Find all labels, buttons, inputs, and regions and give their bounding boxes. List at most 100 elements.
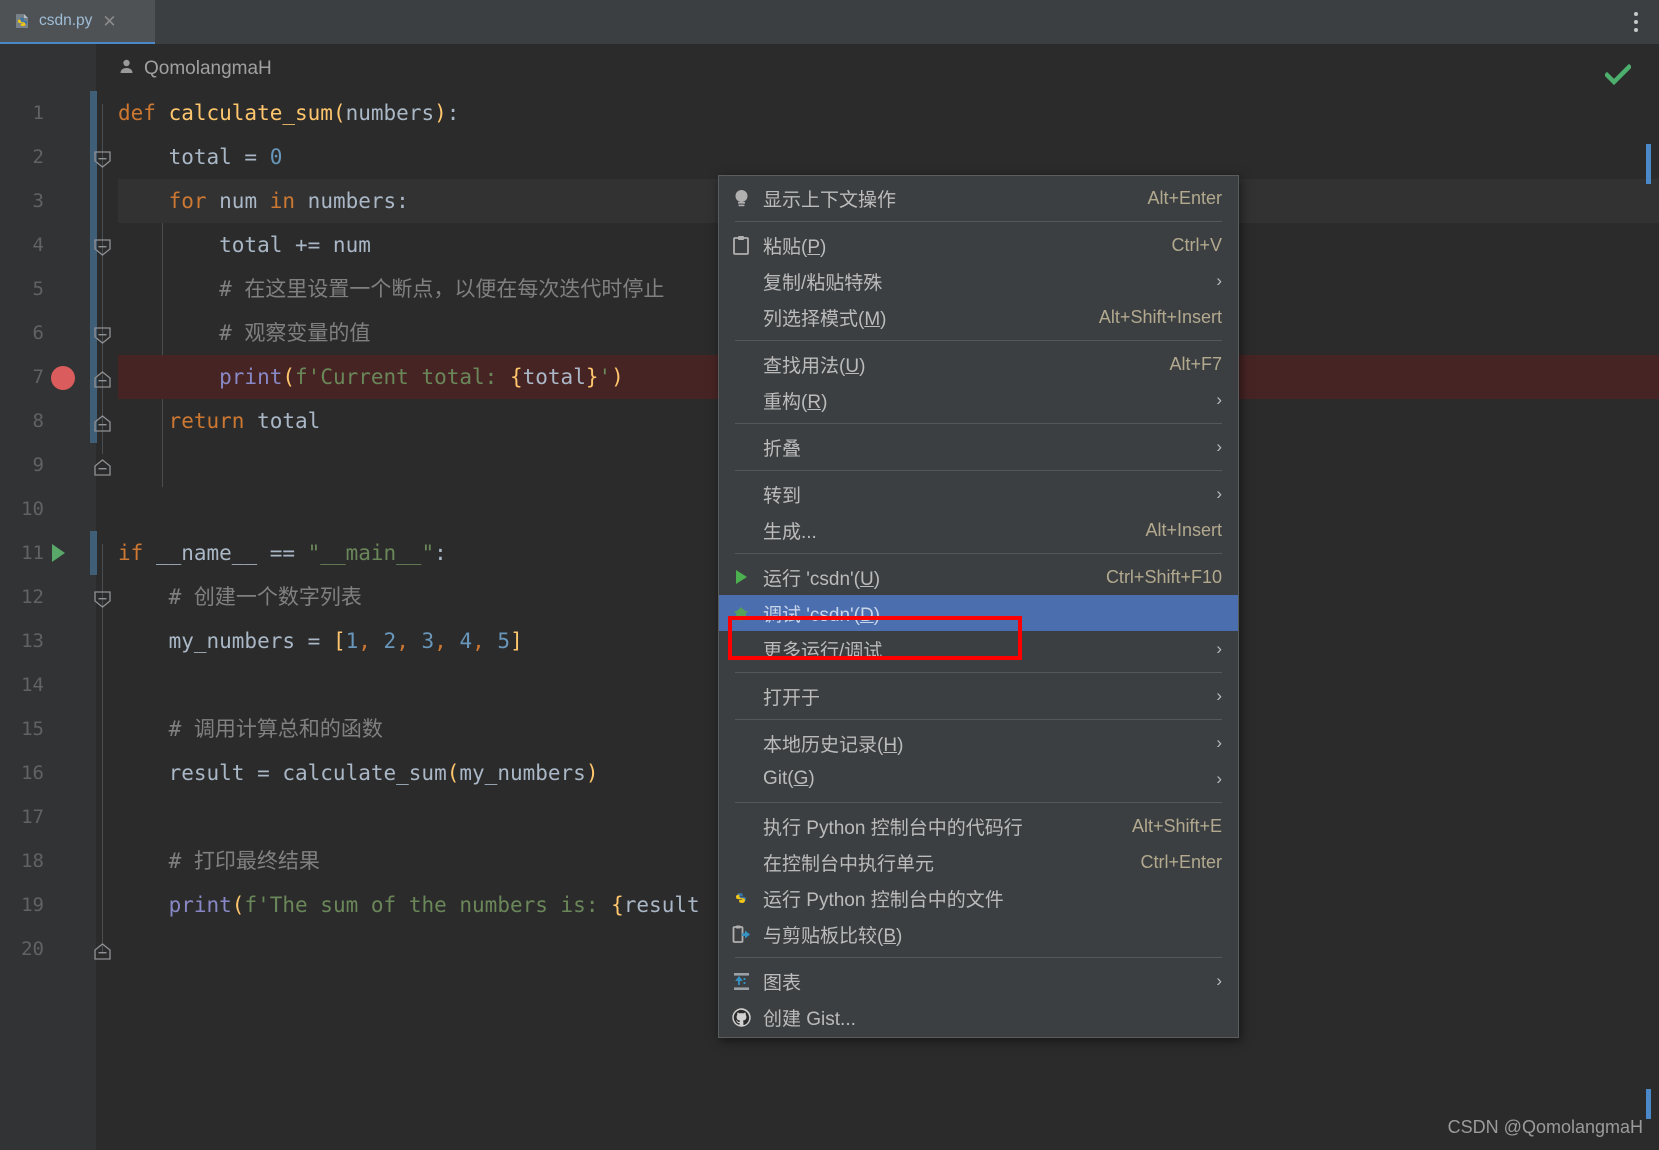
line-number: 10	[21, 498, 44, 520]
menu-item-column-selection-mode[interactable]: 列选择模式(M) Alt+Shift+Insert	[719, 299, 1238, 335]
menu-item-git[interactable]: Git(G) ›	[719, 761, 1238, 797]
vcs-change-bar[interactable]	[90, 531, 97, 575]
line-number: 9	[32, 454, 44, 476]
fold-marker-expanded[interactable]	[94, 591, 111, 608]
menu-item-label: 粘贴(P)	[763, 236, 827, 258]
fold-marker-end[interactable]	[94, 459, 111, 476]
fold-marker-end[interactable]	[94, 371, 111, 388]
menu-item-go-to[interactable]: 转到 ›	[719, 476, 1238, 512]
menu-separator	[735, 553, 1222, 554]
editor-tab-label: csdn.py	[39, 12, 93, 29]
fold-marker-expanded[interactable]	[94, 151, 111, 168]
more-options-icon[interactable]	[1627, 10, 1645, 34]
breakpoint-marker[interactable]	[51, 366, 75, 390]
menu-item-execute-line-in-console[interactable]: 执行 Python 控制台中的代码行 Alt+Shift+E	[719, 808, 1238, 844]
code-line-2[interactable]: total = 0	[118, 135, 1659, 179]
menu-item-label: 创建 Gist...	[763, 1008, 856, 1030]
chevron-right-icon: ›	[1216, 484, 1222, 503]
menu-item-folding[interactable]: 折叠 ›	[719, 429, 1238, 465]
menu-item-label: 转到	[763, 485, 802, 507]
fold-marker-expanded[interactable]	[94, 239, 111, 256]
menu-item-shortcut: Alt+Enter	[1147, 187, 1222, 208]
line-number: 15	[21, 718, 44, 740]
menu-item-shortcut: Ctrl+Shift+F10	[1105, 566, 1222, 587]
menu-item-refactor[interactable]: 重构(R) ›	[719, 382, 1238, 418]
scrollbar-marker[interactable]	[1646, 144, 1651, 184]
compare-clipboard-icon	[719, 924, 763, 945]
menu-item-label: 图表	[763, 972, 802, 994]
fold-marker-end[interactable]	[94, 415, 111, 432]
editor-context-menu[interactable]: 显示上下文操作 Alt+Enter 粘贴(P) Ctrl+V 复制/粘贴特殊 ›…	[718, 175, 1239, 1038]
github-icon	[719, 1007, 763, 1028]
chevron-right-icon: ›	[1216, 733, 1222, 752]
line-number: 16	[21, 762, 44, 784]
menu-item-label: 更多运行/调试	[763, 640, 883, 662]
fold-marker-expanded[interactable]	[94, 327, 111, 344]
code-line-1[interactable]: def calculate_sum(numbers):	[118, 91, 1659, 135]
menu-item-label: 显示上下文操作	[763, 189, 897, 211]
menu-item-label: 运行 Python 控制台中的文件	[763, 889, 1004, 911]
menu-separator	[735, 719, 1222, 720]
run-gutter-icon[interactable]	[52, 544, 65, 562]
menu-item-copy-paste-special[interactable]: 复制/粘贴特殊 ›	[719, 263, 1238, 299]
menu-item-show-context-actions[interactable]: 显示上下文操作 Alt+Enter	[719, 180, 1238, 216]
scrollbar-marker[interactable]	[1646, 1089, 1651, 1119]
menu-item-create-gist[interactable]: 创建 Gist...	[719, 999, 1238, 1035]
chevron-right-icon: ›	[1216, 686, 1222, 705]
menu-item-label: 复制/粘贴特殊	[763, 272, 883, 294]
lightbulb-icon	[719, 188, 763, 209]
vcs-change-bar[interactable]	[90, 91, 97, 443]
menu-separator	[735, 802, 1222, 803]
menu-item-label: 列选择模式(M)	[763, 308, 887, 330]
line-number: 13	[21, 630, 44, 652]
menu-item-local-history[interactable]: 本地历史记录(H) ›	[719, 725, 1238, 761]
chevron-right-icon: ›	[1216, 639, 1222, 658]
editor-tab-bar: csdn.py ✕	[0, 0, 1659, 44]
menu-item-label: 折叠	[763, 438, 802, 460]
menu-item-generate[interactable]: 生成... Alt+Insert	[719, 512, 1238, 548]
menu-item-more-run-debug[interactable]: 更多运行/调试 ›	[719, 631, 1238, 667]
line-number: 3	[32, 190, 44, 212]
run-icon	[719, 568, 763, 586]
menu-item-shortcut: Alt+Insert	[1145, 519, 1222, 540]
diagram-icon	[719, 971, 763, 992]
menu-item-shortcut: Alt+F7	[1169, 353, 1222, 374]
menu-item-diagrams[interactable]: 图表 ›	[719, 963, 1238, 999]
line-number: 8	[32, 410, 44, 432]
close-icon[interactable]: ✕	[102, 13, 116, 30]
watermark: CSDN @QomolangmaH	[1447, 1117, 1643, 1137]
menu-item-open-in[interactable]: 打开于 ›	[719, 678, 1238, 714]
menu-item-shortcut: Alt+Shift+E	[1131, 815, 1222, 836]
menu-item-paste[interactable]: 粘贴(P) Ctrl+V	[719, 227, 1238, 263]
line-number: 7	[32, 366, 44, 388]
menu-item-run-file-in-console[interactable]: 运行 Python 控制台中的文件	[719, 880, 1238, 916]
menu-separator	[735, 221, 1222, 222]
menu-item-shortcut: Ctrl+Enter	[1140, 851, 1222, 872]
python-file-icon	[14, 12, 32, 30]
line-number: 2	[32, 146, 44, 168]
menu-separator	[735, 340, 1222, 341]
line-number: 11	[21, 542, 44, 564]
menu-item-label: 运行 'csdn'(U)	[763, 568, 881, 590]
menu-item-run-csdn[interactable]: 运行 'csdn'(U) Ctrl+Shift+F10	[719, 559, 1238, 595]
menu-item-execute-cell-in-console[interactable]: 在控制台中执行单元 Ctrl+Enter	[719, 844, 1238, 880]
editor-tab-csdn-py[interactable]: csdn.py ✕	[0, 0, 155, 44]
fold-marker-end[interactable]	[94, 943, 111, 960]
menu-item-label: 在控制台中执行单元	[763, 853, 935, 875]
menu-item-label: Git(G)	[763, 768, 815, 789]
menu-separator	[735, 672, 1222, 673]
menu-item-label: 本地历史记录(H)	[763, 734, 904, 756]
checkmark-icon[interactable]	[1603, 63, 1633, 91]
line-number: 5	[32, 278, 44, 300]
menu-item-compare-with-clipboard[interactable]: 与剪贴板比较(B)	[719, 916, 1238, 952]
menu-item-find-usages[interactable]: 查找用法(U) Alt+F7	[719, 346, 1238, 382]
menu-item-label: 打开于	[763, 687, 821, 709]
menu-separator	[735, 957, 1222, 958]
menu-separator	[735, 423, 1222, 424]
menu-item-debug-csdn[interactable]: 调试 'csdn'(D)	[719, 595, 1238, 631]
chevron-right-icon: ›	[1216, 437, 1222, 456]
line-number: 14	[21, 674, 44, 696]
menu-item-label: 生成...	[763, 521, 817, 543]
line-number: 12	[21, 586, 44, 608]
line-number: 20	[21, 938, 44, 960]
